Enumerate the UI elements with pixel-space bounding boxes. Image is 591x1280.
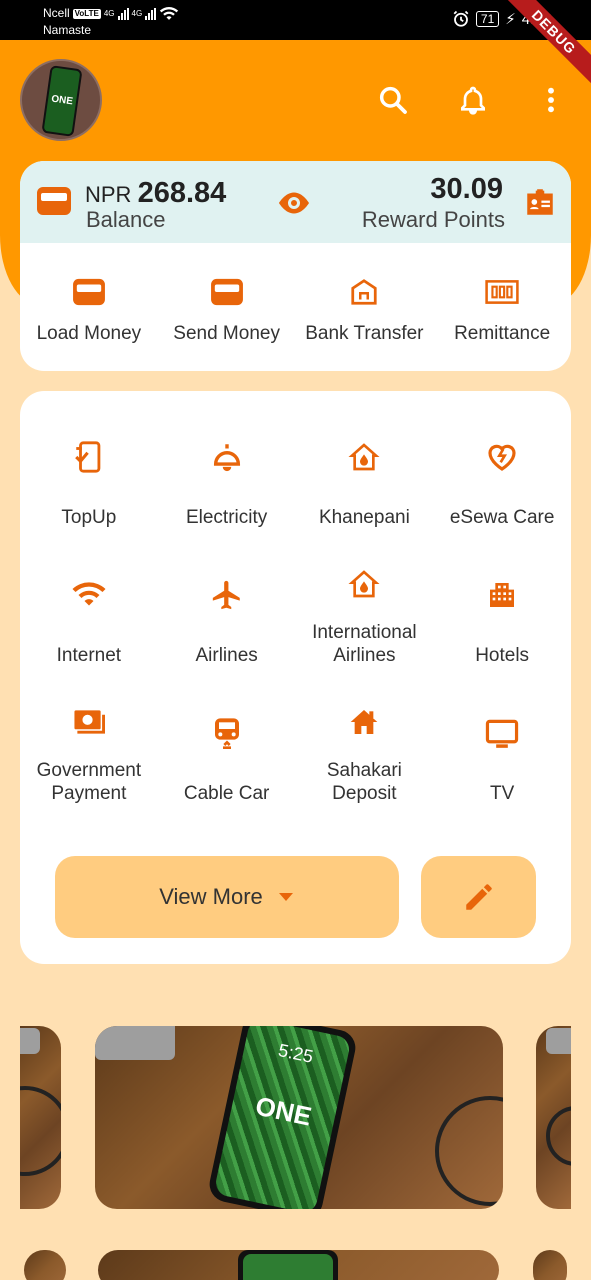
wallet-icon (37, 187, 71, 215)
debug-ribbon: DEBUG (501, 0, 591, 90)
service-label: International Airlines (312, 622, 417, 666)
service-label: TopUp (61, 506, 117, 528)
edit-button[interactable] (421, 856, 536, 938)
view-more-label: View More (159, 884, 263, 909)
car-icon (214, 718, 239, 749)
quick-load-money[interactable]: Load Money (20, 243, 158, 371)
quick-remittance[interactable]: Remittance (433, 243, 571, 371)
service-label: Airlines (195, 644, 258, 666)
balance-currency: NPR (85, 182, 132, 207)
balance-label: Balance (86, 207, 166, 232)
carousel-slide-main[interactable]: 5:25 ONE (95, 1026, 503, 1209)
network-type: 4G (103, 9, 115, 18)
status-left: Ncell VoLTE 4G 4G Namaste (43, 5, 179, 39)
service-label: Khanepani (318, 506, 410, 528)
wallet-icon (72, 278, 105, 306)
house-icon (351, 710, 378, 734)
service-label: eSewa Care (449, 506, 555, 528)
quick-label: Bank Transfer (305, 323, 424, 344)
payment-card-icon (74, 710, 105, 734)
bank-icon (351, 279, 377, 305)
service-hotels[interactable]: Hotels (433, 559, 571, 697)
water-home-icon (348, 570, 380, 598)
id-badge-icon[interactable] (523, 185, 557, 219)
balance-amount: 268.84 (137, 177, 227, 209)
service-tv[interactable]: TV (433, 697, 571, 835)
banner-phone-image: 5:25 ONE (206, 1026, 359, 1209)
service-electricity[interactable]: Electricity (158, 421, 296, 559)
service-international-airlines[interactable]: International Airlines (296, 559, 434, 697)
money-icon (485, 280, 519, 304)
view-more-button[interactable]: View More (55, 856, 399, 938)
service-label: Cable Car (183, 782, 270, 804)
quick-label: Load Money (36, 323, 142, 344)
broken-heart-icon (488, 444, 516, 471)
alarm-icon (453, 10, 469, 27)
avatar[interactable]: ONE (20, 59, 102, 141)
quick-label: Remittance (454, 323, 551, 344)
wifi-icon (72, 582, 106, 606)
bulb-icon (213, 444, 240, 472)
network-type-2: 4G (131, 9, 143, 18)
quick-actions: Load Money Send Money Bank Transfer Remi… (20, 243, 571, 371)
service-internet[interactable]: Internet (20, 559, 158, 697)
wifi-status-icon (160, 6, 179, 20)
banner-phone-text: ONE (252, 1090, 315, 1132)
service-government-payment[interactable]: Government Payment (20, 697, 158, 835)
battery-level: 71 (475, 11, 500, 27)
balance-card: NPR 268.84 Balance 30.09 Reward Points L… (20, 161, 571, 371)
balance-line: NPR 268.84 (85, 177, 226, 210)
building-icon (490, 583, 515, 607)
balance-strip: NPR 268.84 Balance 30.09 Reward Points (20, 161, 571, 243)
service-label: Sahakari Deposit (326, 760, 402, 804)
services-grid: TopUp Electricity Khanepani eSewa Care I… (20, 421, 571, 835)
banner-phone-time: 5:25 (276, 1039, 316, 1067)
service-cable-car[interactable]: Cable Car (158, 697, 296, 835)
water-home-icon (348, 443, 380, 471)
service-label: Internet (56, 644, 122, 666)
service-label: Government Payment (36, 760, 142, 804)
carousel-row2-prev[interactable] (24, 1250, 66, 1280)
carousel-row2-main[interactable] (98, 1250, 499, 1280)
eye-icon[interactable] (276, 185, 312, 221)
carousel-row2-next[interactable] (533, 1250, 567, 1280)
debug-ribbon-wrap: DEBUG (501, 0, 591, 90)
quick-label: Send Money (173, 323, 280, 344)
airplane-icon (212, 580, 240, 610)
tv-icon (485, 719, 519, 748)
wallet-icon (210, 278, 243, 306)
bell-icon[interactable] (457, 84, 489, 116)
service-label: TV (489, 782, 515, 804)
pencil-icon (465, 884, 492, 910)
signal-icon (117, 7, 129, 20)
service-topup[interactable]: TopUp (20, 421, 158, 559)
avatar-text: ONE (50, 93, 74, 108)
service-label: Hotels (475, 644, 530, 666)
caret-down-icon (278, 893, 293, 901)
avatar-phone-image: ONE (41, 65, 83, 137)
signal-icon-2 (145, 7, 157, 20)
service-khanepani[interactable]: Khanepani (296, 421, 434, 559)
service-airlines[interactable]: Airlines (158, 559, 296, 697)
carrier-name-2: Namaste (43, 23, 92, 37)
reward-amount: 30.09 (430, 173, 503, 205)
keyboard-image (95, 1026, 175, 1060)
quick-bank-transfer[interactable]: Bank Transfer (296, 243, 434, 371)
quick-send-money[interactable]: Send Money (158, 243, 296, 371)
volte-badge: VoLTE (72, 8, 101, 19)
service-esewa-care[interactable]: eSewa Care (433, 421, 571, 559)
service-sahakari-deposit[interactable]: Sahakari Deposit (296, 697, 434, 835)
carousel-slide-prev[interactable] (20, 1026, 61, 1209)
services-card: TopUp Electricity Khanepani eSewa Care I… (20, 391, 571, 964)
search-icon[interactable] (377, 84, 409, 116)
cable-image (435, 1096, 503, 1206)
reward-label: Reward Points (361, 207, 505, 232)
carrier-name: Ncell (43, 6, 70, 20)
carousel-slide-next[interactable] (536, 1026, 571, 1209)
service-label: Electricity (185, 506, 268, 528)
phone-topup-icon (75, 441, 101, 473)
